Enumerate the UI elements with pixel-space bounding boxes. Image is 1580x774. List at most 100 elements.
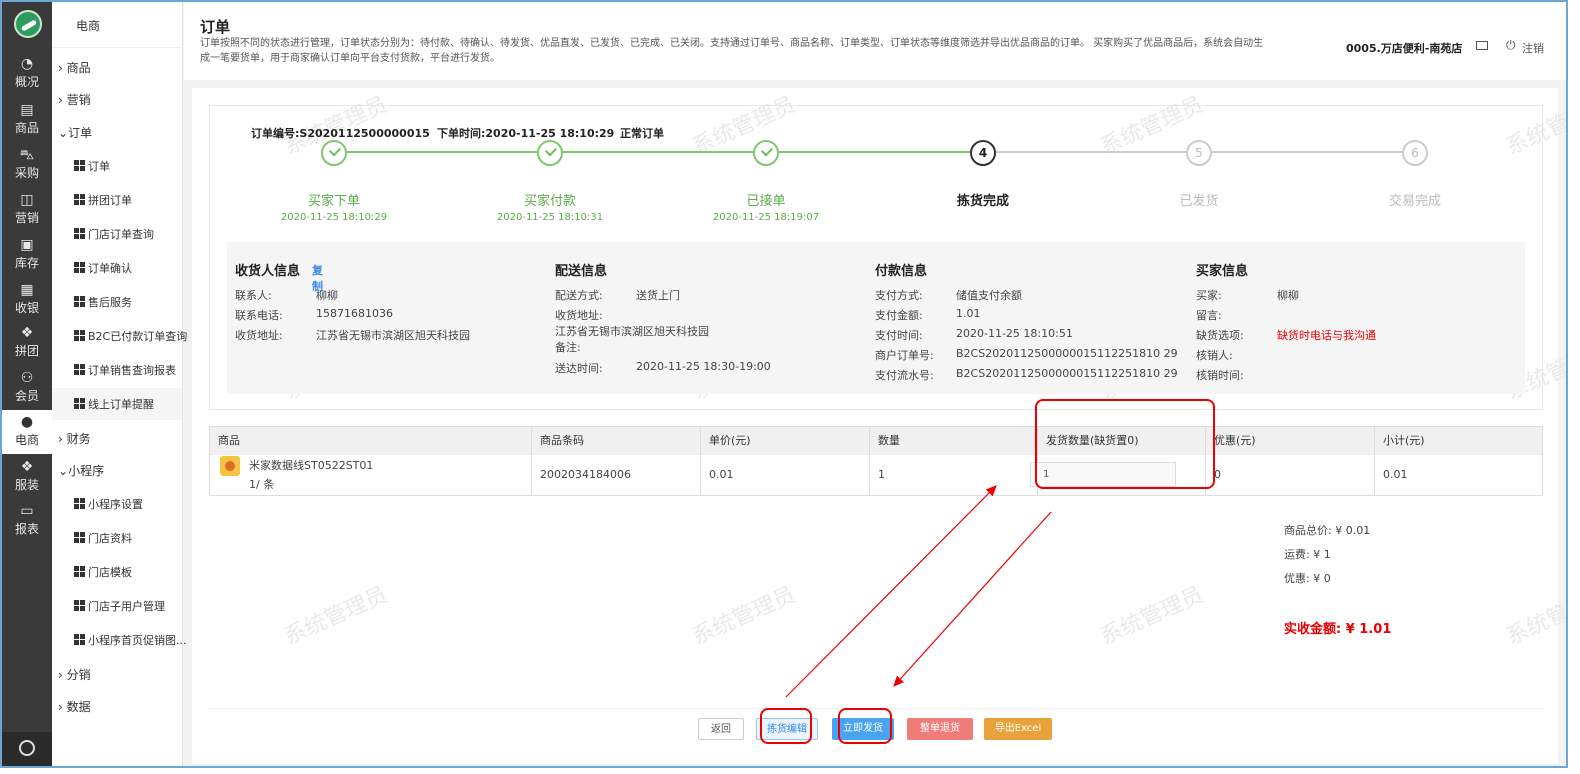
product-unit: 1/ 条	[249, 478, 275, 491]
rail-item-marketing[interactable]: ◫ 营销	[2, 188, 52, 232]
ship-qty-input[interactable]: 1	[1030, 462, 1176, 487]
order-detail-panel: 系统管理员 系统管理员 系统管理员 系统管理员 系统管理员 系统管理员 系统管理…	[192, 88, 1566, 764]
rail-item-inventory[interactable]: ▣ 库存	[2, 233, 52, 277]
refund-all-button[interactable]: 整单退货	[907, 718, 973, 740]
logout-link[interactable]: 注销	[1522, 40, 1544, 56]
watermark: 系统管理员	[280, 582, 392, 651]
box-icon: ▣	[20, 237, 34, 253]
rail-item-goods[interactable]: ▤ 商品	[2, 98, 52, 142]
app-frame: ◔ 概况 ▤ 商品 ⛍ 采购 ◫ 营销 ▣ 库存 ▦ 收银 ❖ 拼团 ⚇ 会员 ● 电商 ❖ 服装 …	[0, 0, 1568, 768]
sidebar-item-after-sales[interactable]: 售后服务	[74, 294, 132, 310]
goods-total: 商品总价: ¥ 0.01	[1284, 524, 1371, 537]
delivery-time: 送达时间: 2020-11-25 18:30-19:00	[555, 360, 771, 375]
chevron-right-icon: ›	[58, 432, 67, 446]
grid-icon	[74, 194, 85, 205]
rail-item-ecommerce[interactable]: ● 电商	[2, 410, 52, 454]
subtotal-cell: 0.01	[1383, 468, 1408, 481]
order-time: 下单时间:2020-11-25 18:10:29	[437, 127, 615, 140]
discount-cell: 0	[1206, 455, 1375, 495]
order-type: 正常订单	[620, 127, 664, 140]
sidebar-group-order[interactable]: ⌄订单	[58, 124, 92, 141]
sidebar-item-online-order-reminder[interactable]: 线上订单提醒	[74, 396, 154, 412]
grid-icon	[74, 398, 85, 409]
mail-icon[interactable]	[1476, 41, 1488, 50]
buyer-message: 留言:	[1196, 309, 1222, 322]
col-header-ship-qty: 发货数量(缺货置0)	[1038, 427, 1206, 455]
rail-item-overview[interactable]: ◔ 概况	[2, 52, 52, 96]
search-button[interactable]	[2, 732, 52, 766]
sidebar-group-finance[interactable]: › 财务	[58, 430, 91, 447]
pick-edit-button[interactable]: 拣货编辑	[756, 718, 818, 740]
divider	[209, 708, 1543, 709]
step-2-label: 买家付款	[523, 194, 576, 209]
barcode-cell: 2002034184006	[532, 455, 701, 495]
search-icon	[19, 740, 35, 756]
sidebar-item-store-subuser[interactable]: 门店子用户管理	[74, 598, 165, 614]
delivery-address-label: 收货地址:	[555, 309, 603, 322]
sidebar-item-mini-settings[interactable]: 小程序设置	[74, 496, 143, 512]
col-header-price: 单价(元)	[701, 427, 870, 455]
rail-item-cashier[interactable]: ▦ 收银	[2, 278, 52, 322]
sidebar-group-goods[interactable]: › 商品	[58, 59, 91, 76]
step-4-label: 拣货完成	[956, 194, 1009, 209]
rail-item-member[interactable]: ⚇ 会员	[2, 366, 52, 410]
rail-item-clothing[interactable]: ❖ 服装	[2, 455, 52, 499]
person-icon: ●	[20, 414, 34, 430]
grid-icon	[74, 296, 85, 307]
step-3-time: 2020-11-25 18:19:07	[712, 212, 820, 223]
order-number: 订单编号:S2020112500000015	[251, 127, 430, 140]
received-amount: 实收金额: ¥ 1.01	[1284, 622, 1392, 637]
grid-icon	[74, 364, 85, 375]
ship-now-button[interactable]: 立即发货	[832, 718, 894, 740]
rail-item-purchase[interactable]: ⛍ 采购	[2, 143, 52, 187]
qty-cell: 1	[870, 455, 1038, 495]
receiver-title: 收货人信息	[235, 264, 301, 279]
grid-icon: ❖	[20, 459, 34, 475]
export-excel-button[interactable]: 导出Excel	[984, 718, 1052, 740]
sidebar-group-distribution[interactable]: › 分销	[58, 666, 91, 683]
grid-icon	[74, 160, 85, 171]
rail-item-report[interactable]: ▭ 报表	[2, 499, 52, 543]
sidebar-item-order[interactable]: 订单	[74, 158, 110, 174]
sidebar-title: 电商	[52, 2, 182, 48]
verifier: 核销人:	[1196, 349, 1233, 362]
sidebar-item-store-info[interactable]: 门店资料	[74, 530, 132, 546]
step-1-label: 买家下单	[307, 194, 360, 209]
merchant-order-no: 商户订单号: B2CS2020112500000015112251810 29	[875, 347, 1178, 362]
sidebar-group-data[interactable]: › 数据	[58, 698, 91, 715]
sidebar-item-mini-promo-banner[interactable]: 小程序首页促销图...	[74, 632, 187, 648]
grid-icon	[74, 228, 85, 239]
step-3-check-icon	[753, 140, 779, 166]
shortage-option: 缺货选项: 缺货时电话与我沟通	[1196, 329, 1376, 342]
payment-title: 付款信息	[875, 264, 928, 279]
step-6-marker: 6	[1402, 140, 1428, 166]
sidebar-item-b2c-paid-query[interactable]: B2C已付款订单查询	[74, 328, 187, 344]
rail-item-group[interactable]: ❖ 拼团	[2, 321, 52, 365]
back-button[interactable]: 返回	[698, 718, 744, 740]
sidebar-item-group-order[interactable]: 拼团订单	[74, 192, 132, 208]
watermark: 系统管理员	[1096, 582, 1208, 651]
sidebar-item-store-template[interactable]: 门店模板	[74, 564, 132, 580]
step-3-label: 已接单	[746, 194, 786, 209]
grid-icon	[74, 532, 85, 543]
sidebar-item-order-sales-report[interactable]: 订单销售查询报表	[74, 362, 176, 378]
step-2-time: 2020-11-25 18:10:31	[496, 212, 604, 223]
chevron-right-icon: ›	[58, 668, 67, 682]
cart-icon: ⛍	[19, 147, 35, 163]
icon-rail: ◔ 概况 ▤ 商品 ⛍ 采购 ◫ 营销 ▣ 库存 ▦ 收银 ❖ 拼团 ⚇ 会员 ● 电商 ❖ 服装 …	[2, 2, 52, 766]
buyer-title: 买家信息	[1196, 264, 1249, 279]
bag-icon: ◫	[20, 192, 34, 208]
col-header-discount: 优惠(元)	[1206, 427, 1375, 455]
sidebar-group-marketing[interactable]: › 营销	[58, 91, 91, 108]
sidebar-item-store-order-query[interactable]: 门店订单查询	[74, 226, 154, 242]
grid-icon	[74, 634, 85, 645]
sidebar-item-order-confirm[interactable]: 订单确认	[74, 260, 132, 276]
document-icon: ▤	[20, 102, 34, 118]
sidebar-group-miniprogram[interactable]: ⌄小程序	[58, 462, 104, 479]
grid-icon	[74, 262, 85, 273]
verify-time: 核销时间:	[1196, 369, 1244, 382]
grid-icon	[74, 566, 85, 577]
page-header: 订单 订单按照不同的状态进行管理，订单状态分别为：待付款、待确认、待发货、优品直…	[184, 2, 1566, 80]
delivery-note: 备注:	[555, 341, 581, 354]
power-icon[interactable]: ⏻	[1506, 38, 1516, 53]
